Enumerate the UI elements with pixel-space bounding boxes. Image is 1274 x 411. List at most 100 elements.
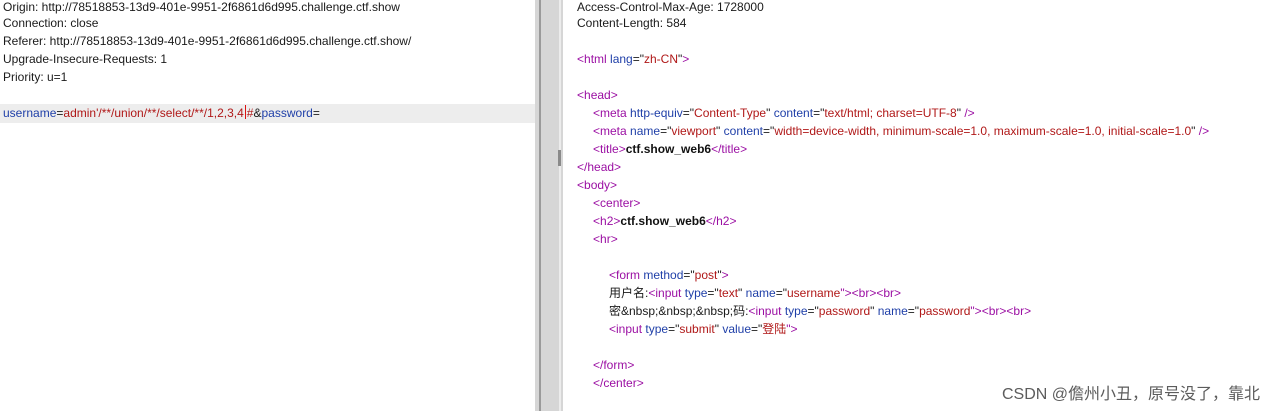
request-header-upgrade: Upgrade-Insecure-Requests: 1 <box>3 52 168 66</box>
attr-name: content <box>723 124 764 138</box>
attr-value: text/html; charset=UTF-8 <box>824 106 957 120</box>
attr-value: post <box>694 268 718 282</box>
tag-bracket: > <box>682 52 690 66</box>
attr-name: type <box>645 322 669 336</box>
attr-eq: =" <box>707 286 719 300</box>
password-label-text: 密&nbsp;&nbsp;&nbsp;码: <box>609 304 749 318</box>
tag-name: form <box>603 358 628 372</box>
meta-viewport-line: <meta name="viewport" content="width=dev… <box>593 122 1209 140</box>
tag-name: br <box>858 286 870 300</box>
attr-name: lang <box>610 52 633 66</box>
attr-eq: =" <box>775 286 787 300</box>
attr-eq: =" <box>907 304 920 318</box>
tag-bracket: > <box>614 160 622 174</box>
tag-bracket: > <box>729 214 737 228</box>
tag-bracket: "> <box>786 322 798 336</box>
title-line: <title>ctf.show_web6</title> <box>593 140 747 158</box>
attr-name: type <box>784 304 808 318</box>
title-text: ctf.show_web6 <box>625 142 712 156</box>
attr-name: name <box>745 286 776 300</box>
tag-bracket: < <box>577 52 585 66</box>
tag-name: head <box>584 88 611 102</box>
tag-bracket: >< <box>869 286 884 300</box>
tag-bracket: < <box>593 232 601 246</box>
splitter-grip-handle[interactable] <box>558 150 561 166</box>
submit-input-line: <input type="submit" value="登陆"> <box>609 320 798 338</box>
attr-eq: =" <box>632 52 644 66</box>
tag-bracket: </ <box>593 358 604 372</box>
param-username-value: admin'/**/union/**/select/**/1,2,3,4 <box>63 106 244 120</box>
tag-bracket: > <box>1024 304 1032 318</box>
tag-name: title <box>600 142 619 156</box>
tag-name: html <box>584 52 607 66</box>
tag-bracket: < <box>609 268 617 282</box>
tag-bracket: < <box>593 196 601 210</box>
response-viewer[interactable]: Access-Control-Max-Age: 1728000 Content-… <box>563 0 1274 411</box>
tag-name: h2 <box>600 214 614 228</box>
tag-bracket: < <box>577 88 585 102</box>
tag-bracket: < <box>593 214 601 228</box>
h2-text: ctf.show_web6 <box>620 214 706 228</box>
head-close-line: </head> <box>577 158 621 176</box>
tag-bracket: > <box>610 178 618 192</box>
meta-content-type-line: <meta http-equiv="Content-Type" content=… <box>593 104 975 122</box>
tag-bracket: </ <box>593 376 604 390</box>
tag-bracket: </ <box>577 160 588 174</box>
request-body-line[interactable]: username = admin'/**/union/**/select/**/1,… <box>3 104 320 122</box>
tag-bracket: < <box>577 178 585 192</box>
tag-bracket: > <box>627 358 635 372</box>
attr-value: Content-Type <box>694 106 767 120</box>
tag-name: meta <box>600 124 627 138</box>
tag-bracket: </ <box>711 142 722 156</box>
attr-value: viewport <box>671 124 717 138</box>
attr-eq: =" <box>763 124 775 138</box>
attr-name: value <box>722 322 751 336</box>
tag-bracket: < <box>593 142 601 156</box>
center-close-line: </center> <box>593 374 644 392</box>
tag-name: head <box>587 160 615 174</box>
username-label-text: 用户名: <box>609 286 649 300</box>
tag-bracket: > <box>894 286 902 300</box>
tag-bracket: /> <box>960 106 975 120</box>
tag-bracket: < <box>593 106 601 120</box>
attr-value: username <box>786 286 841 300</box>
response-header-content-length: Content-Length: 584 <box>577 16 687 30</box>
tag-bracket: > <box>610 88 618 102</box>
request-editor[interactable]: Origin: http://78518853-13d9-401e-9951-2… <box>0 0 535 411</box>
attr-eq: =" <box>668 322 680 336</box>
splitter-edge <box>559 0 561 411</box>
tag-name: input <box>616 322 643 336</box>
tag-name: center <box>603 376 637 390</box>
attr-eq: =" <box>683 268 695 282</box>
param-password-name: password <box>261 106 313 120</box>
password-input-line: 密&nbsp;&nbsp;&nbsp;码:<input type="passwo… <box>609 302 1031 320</box>
tag-bracket: "> <box>840 286 852 300</box>
param-eq: = <box>312 106 320 120</box>
tag-name: body <box>584 178 611 192</box>
pane-splitter[interactable] <box>535 0 563 411</box>
tag-bracket: < <box>851 286 859 300</box>
tag-name: title <box>721 142 741 156</box>
tag-bracket: < <box>593 124 601 138</box>
tag-bracket: < <box>609 322 617 336</box>
tag-name: meta <box>600 106 627 120</box>
tag-bracket: >< <box>999 304 1014 318</box>
tag-bracket: /> <box>1195 124 1210 138</box>
tag-bracket: > <box>740 142 748 156</box>
attr-eq: =" <box>682 106 695 120</box>
request-header-connection: Connection: close <box>3 16 99 30</box>
tag-bracket: > <box>633 196 641 210</box>
attr-name: name <box>630 124 661 138</box>
hr-line: <hr> <box>593 230 618 248</box>
tag-name: input <box>755 304 782 318</box>
head-open-line: <head> <box>577 86 618 104</box>
form-open-line: <form method="post"> <box>609 266 729 284</box>
tag-bracket: > <box>610 232 618 246</box>
attr-value: password <box>818 304 871 318</box>
csdn-watermark: CSDN @儋州小丑，原号没了，靠北 <box>1001 386 1260 403</box>
request-header-referer: Referer: http://78518853-13d9-401e-9951-… <box>3 34 412 48</box>
attr-eq: =" <box>807 304 819 318</box>
body-open-line: <body> <box>577 176 617 194</box>
tag-name: h2 <box>716 214 730 228</box>
attr-name: http-equiv <box>630 106 683 120</box>
